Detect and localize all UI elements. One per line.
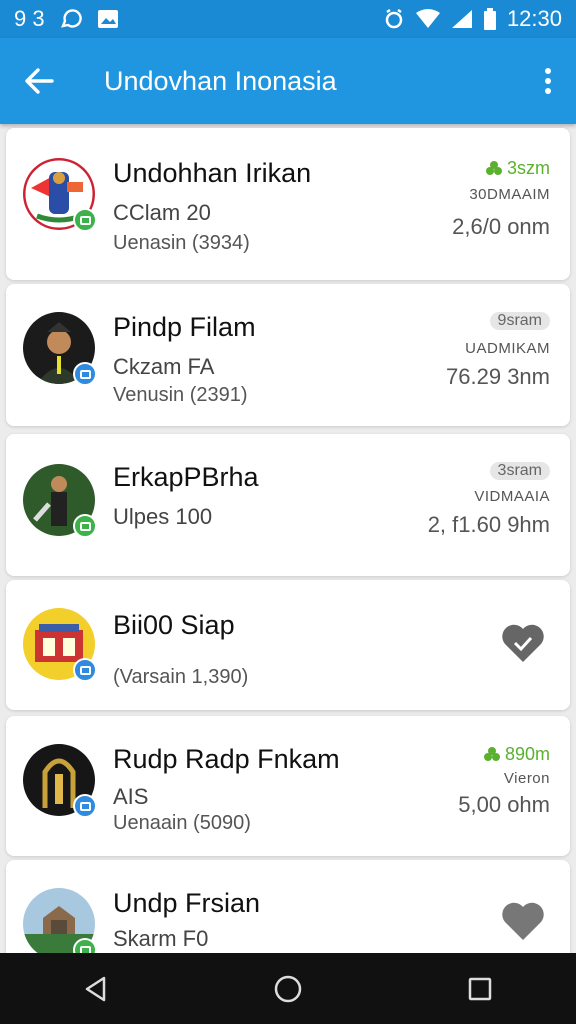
list-item[interactable]: Rudp Radp Fnkam AIS Uenaain (5090) 890m …	[6, 716, 570, 856]
more-vert-icon	[545, 68, 551, 94]
status-badge: 3sram	[489, 462, 550, 480]
item-size: 76.29 3nm	[446, 364, 550, 389]
overflow-menu-button[interactable]	[520, 38, 576, 124]
avatar	[23, 158, 97, 232]
status-left-text: 9 3	[14, 6, 45, 31]
item-version: (Varsain 1,390)	[113, 666, 249, 688]
avatar	[23, 888, 97, 962]
alarm-icon	[383, 8, 405, 30]
badge-text: 3szm	[506, 158, 550, 178]
item-meta: 30DMAAIM	[469, 186, 550, 203]
flower-icon	[485, 160, 502, 175]
avatar	[23, 464, 97, 538]
item-subtitle: Ulpes 100	[113, 504, 213, 529]
item-subtitle: CClam 20	[113, 200, 211, 225]
avatar	[23, 312, 97, 386]
item-subtitle: AIS	[113, 784, 149, 809]
arrow-left-icon	[25, 68, 54, 94]
heart-check-icon	[502, 624, 544, 662]
gallery-icon	[97, 9, 119, 29]
item-version: Uenasin (3934)	[113, 232, 250, 254]
page-title: Undovhan Inonasia	[104, 65, 337, 96]
status-badge: 9sram	[489, 312, 550, 330]
home-circle-icon	[274, 975, 302, 1002]
battery-icon	[483, 8, 497, 30]
item-meta: VIDMAAIA	[474, 488, 550, 505]
back-triangle-icon	[85, 976, 106, 1001]
item-version: Venusin (2391)	[113, 384, 248, 406]
app-badge-icon	[73, 362, 97, 386]
status-badge: 890m	[483, 744, 550, 765]
item-subtitle: Ckzam FA	[113, 354, 215, 379]
flower-icon	[483, 746, 500, 761]
whatsapp-icon	[59, 8, 83, 30]
badge-text: 3sram	[497, 462, 542, 479]
app-bar: Undovhan Inonasia	[0, 38, 576, 124]
app-badge-icon	[73, 208, 97, 232]
list-item[interactable]: ErkapPBrha Ulpes 100 3sram VIDMAAIA 2, f…	[6, 434, 570, 576]
status-badge: 3szm	[485, 158, 550, 179]
app-badge-icon	[73, 794, 97, 818]
item-meta: UADMIKAM	[465, 340, 550, 357]
system-nav-bar	[0, 953, 576, 1024]
item-size: 2, f1.60 9hm	[427, 512, 550, 537]
heart-icon	[502, 902, 544, 940]
nav-back-button[interactable]	[56, 953, 136, 1024]
app-badge-icon	[73, 514, 97, 538]
favorite-button[interactable]	[500, 898, 546, 944]
badge-text: 890m	[504, 744, 550, 764]
favorite-button[interactable]	[500, 620, 546, 666]
list-item[interactable]: Undohhan Irikan CClam 20 Uenasin (3934) …	[6, 128, 570, 280]
status-time: 12:30	[506, 6, 562, 31]
item-subtitle: Skarm F0	[113, 926, 209, 951]
item-title: Pindp Filam	[113, 312, 256, 342]
signal-icon	[451, 9, 473, 29]
nav-home-button[interactable]	[248, 953, 328, 1024]
wifi-icon	[415, 9, 441, 29]
item-title: ErkapPBrha	[113, 462, 259, 492]
item-version: Uenaain (5090)	[113, 812, 251, 834]
badge-text: 9sram	[497, 312, 542, 329]
recents-square-icon	[468, 977, 492, 1000]
back-button[interactable]	[0, 38, 78, 124]
item-size: 2,6/0 onm	[452, 214, 550, 239]
item-title: Bii00 Siap	[113, 610, 235, 640]
item-meta: Vieron	[503, 770, 550, 787]
nav-recents-button[interactable]	[440, 953, 520, 1024]
status-bar: 9 3 12:30	[0, 0, 576, 38]
avatar	[23, 608, 97, 682]
item-title: Rudp Radp Fnkam	[113, 744, 340, 774]
app-badge-icon	[73, 658, 97, 682]
item-title: Undohhan Irikan	[113, 158, 312, 188]
item-title: Undp Frsian	[113, 888, 261, 918]
avatar	[23, 744, 97, 818]
list-item[interactable]: Pindp Filam Ckzam FA Venusin (2391) 9sra…	[6, 284, 570, 426]
item-size: 5,00 ohm	[458, 792, 550, 817]
list-item[interactable]: Bii00 Siap (Varsain 1,390)	[6, 580, 570, 710]
